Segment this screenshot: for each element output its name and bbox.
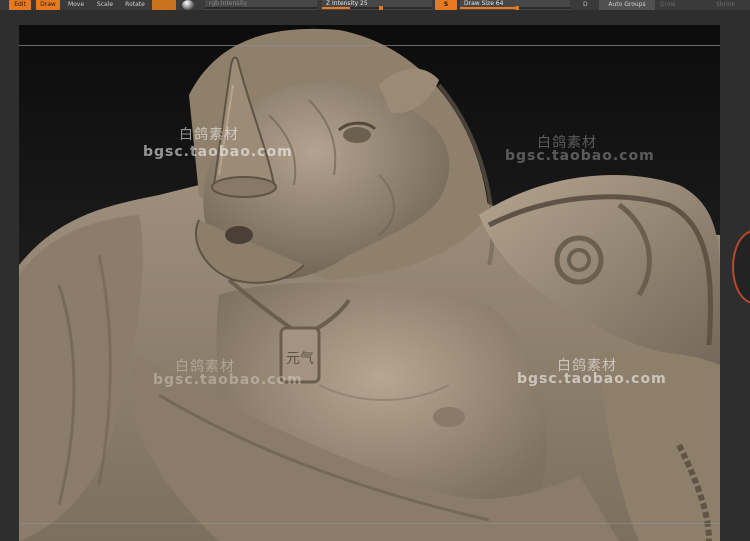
z-intensity-fill bbox=[322, 7, 350, 9]
document-viewport[interactable]: 元气 白鸽素材 bgsc.taobao.com 白鸽素材 bgsc.taobao… bbox=[19, 25, 720, 541]
zbrush-window: Edit Draw Move Scale Rotate rgb Intensit… bbox=[0, 0, 750, 541]
grow-button[interactable]: Grow bbox=[660, 0, 676, 9]
shrink-button[interactable]: Shrink bbox=[716, 0, 735, 9]
scale-button[interactable]: Scale bbox=[93, 0, 117, 10]
edit-button[interactable]: Edit bbox=[9, 0, 31, 10]
watermark-en-4: bgsc.taobao.com bbox=[517, 371, 667, 387]
material-sphere-icon[interactable] bbox=[182, 0, 194, 10]
watermark-cn-1: 白鸽素材 bbox=[179, 127, 239, 143]
rgb-intensity-track bbox=[205, 7, 317, 9]
pendant-glyphs: 元气 bbox=[286, 351, 314, 367]
canvas-guide-bottom bbox=[19, 523, 720, 524]
draw-button[interactable]: Draw bbox=[36, 0, 60, 10]
watermark-en-1: bgsc.taobao.com bbox=[143, 144, 293, 160]
rhino-sculpt-render: 元气 bbox=[19, 28, 720, 541]
s-toggle-button[interactable]: S bbox=[435, 0, 457, 10]
material-swatch[interactable] bbox=[152, 0, 176, 10]
z-intensity-slider[interactable]: Z Intensity 25 bbox=[322, 0, 432, 10]
watermark-en-3: bgsc.taobao.com bbox=[153, 372, 303, 388]
watermark-en-2: bgsc.taobao.com bbox=[505, 148, 655, 164]
draw-size-slider[interactable]: Draw Size 64 bbox=[460, 0, 570, 10]
rgb-intensity-slider[interactable]: rgb Intensity bbox=[205, 0, 317, 10]
horn-ring bbox=[211, 176, 277, 198]
move-button[interactable]: Move bbox=[64, 0, 88, 10]
rhino-eye bbox=[343, 127, 371, 143]
draw-size-fill bbox=[460, 7, 518, 9]
auto-groups-button[interactable]: Auto Groups bbox=[599, 0, 655, 10]
nostril bbox=[225, 226, 253, 244]
rotate-button[interactable]: Rotate bbox=[121, 0, 149, 10]
d-toggle[interactable]: D bbox=[583, 0, 588, 9]
canvas-guide-top bbox=[19, 45, 720, 46]
nipple bbox=[433, 407, 465, 427]
